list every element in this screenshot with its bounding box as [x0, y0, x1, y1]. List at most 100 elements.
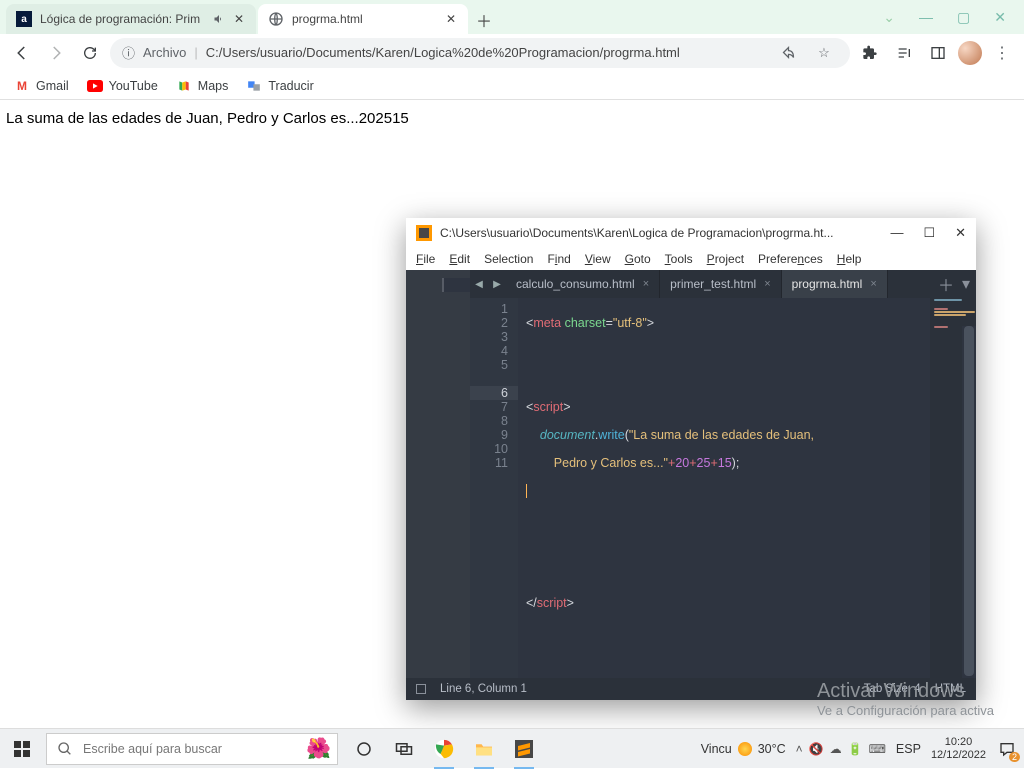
- close-tab-icon[interactable]: ×: [643, 278, 649, 290]
- tray-overflow-icon[interactable]: ˄: [796, 742, 803, 756]
- system-tray[interactable]: ˄ 🔇 ☁ 🔋 ⌨: [796, 742, 886, 756]
- weather-label: Vincu: [701, 742, 732, 756]
- menu-selection[interactable]: Selection: [484, 252, 533, 266]
- bookmark-star-icon[interactable]: ☆: [810, 39, 838, 67]
- cortana-icon[interactable]: [350, 735, 378, 763]
- taskbar-app-sublime[interactable]: [510, 735, 538, 763]
- browser-toolbar: ⓘ Archivo | C:/Users/usuario/Documents/K…: [0, 34, 1024, 72]
- tray-battery-icon[interactable]: 🔋: [848, 742, 863, 756]
- menu-find[interactable]: Find: [547, 252, 570, 266]
- tab-scroll-right[interactable]: ▶: [488, 270, 506, 298]
- new-tab-button[interactable]: ＋: [470, 6, 498, 34]
- menu-view[interactable]: View: [585, 252, 611, 266]
- search-icon: [57, 741, 73, 757]
- sublime-logo-icon: [416, 225, 432, 241]
- close-tab-icon[interactable]: ×: [764, 278, 770, 290]
- url-scheme: Archivo: [143, 45, 186, 60]
- tray-onedrive-icon[interactable]: ☁: [830, 742, 842, 756]
- share-icon[interactable]: [774, 39, 802, 67]
- sublime-editor[interactable]: 12345 67891011 <meta charset="utf-8"> <s…: [470, 298, 976, 678]
- sublime-sidebar[interactable]: [406, 270, 470, 678]
- reload-button[interactable]: [76, 39, 104, 67]
- close-tab-icon[interactable]: ✕: [232, 12, 246, 26]
- task-view-icon[interactable]: [390, 735, 418, 763]
- bookmark-youtube[interactable]: YouTube: [87, 78, 158, 94]
- search-decoration-icon: 🌺: [306, 736, 331, 761]
- sublime-window[interactable]: C:\Users\usuario\Documents\Karen\Logica …: [406, 218, 976, 700]
- bookmark-label: Maps: [198, 79, 229, 93]
- close-tab-icon[interactable]: ✕: [444, 12, 458, 26]
- folded-indicator: [442, 278, 470, 292]
- favicon-alura: a: [16, 11, 32, 27]
- site-info-icon[interactable]: ⓘ: [122, 43, 135, 62]
- menu-goto[interactable]: Goto: [625, 252, 651, 266]
- sublime-close-button[interactable]: ✕: [955, 225, 966, 241]
- chrome-account-icon[interactable]: ⌄: [883, 9, 895, 26]
- sun-icon: [738, 742, 752, 756]
- forward-button[interactable]: [42, 39, 70, 67]
- sublime-minimize-button[interactable]: —: [890, 225, 903, 241]
- taskbar-language[interactable]: ESP: [896, 742, 921, 756]
- close-tab-icon[interactable]: ×: [870, 278, 876, 290]
- minimize-button[interactable]: —: [919, 9, 933, 25]
- new-tab-icon[interactable]: ＋: [938, 272, 954, 296]
- menu-preferences[interactable]: Preferences: [758, 252, 823, 266]
- editor-tab[interactable]: primer_test.html×: [660, 270, 781, 298]
- windows-taskbar: Escribe aquí para buscar 🌺 Vincu 30°C ˄ …: [0, 728, 1024, 768]
- taskbar-app-explorer[interactable]: [470, 735, 498, 763]
- search-placeholder: Escribe aquí para buscar: [83, 742, 222, 756]
- menu-tools[interactable]: Tools: [665, 252, 693, 266]
- editor-tab[interactable]: calculo_consumo.html ×: [506, 270, 660, 298]
- sublime-menubar: File Edit Selection Find View Goto Tools…: [406, 248, 976, 270]
- address-bar[interactable]: ⓘ Archivo | C:/Users/usuario/Documents/K…: [110, 38, 850, 68]
- browser-tab-active[interactable]: progrma.html ✕: [258, 4, 468, 34]
- sublime-title: C:\Users\usuario\Documents\Karen\Logica …: [440, 226, 890, 240]
- browser-tabstrip: a Lógica de programación: Prim ✕ progrma…: [0, 0, 1024, 34]
- sublime-titlebar[interactable]: C:\Users\usuario\Documents\Karen\Logica …: [406, 218, 976, 248]
- sublime-tabbar: ◀ ▶ calculo_consumo.html × primer_test.ht…: [470, 270, 976, 298]
- profile-avatar[interactable]: [958, 41, 982, 65]
- close-window-button[interactable]: ✕: [994, 9, 1006, 26]
- taskbar-search[interactable]: Escribe aquí para buscar 🌺: [46, 733, 338, 765]
- bookmark-gmail[interactable]: M Gmail: [14, 78, 69, 94]
- audio-icon[interactable]: [212, 12, 226, 26]
- extensions-icon[interactable]: [856, 39, 884, 67]
- editor-tab-active[interactable]: progrma.html×: [782, 270, 888, 298]
- weather-temp: 30°C: [758, 742, 786, 756]
- status-syntax[interactable]: HTML: [935, 683, 966, 695]
- action-center-icon[interactable]: 2: [996, 738, 1018, 760]
- back-button[interactable]: [8, 39, 36, 67]
- editor-tab-label: calculo_consumo.html: [516, 277, 635, 291]
- tray-volume-icon[interactable]: 🔇: [809, 742, 824, 756]
- url-divider: |: [194, 45, 197, 60]
- menu-help[interactable]: Help: [837, 252, 862, 266]
- status-tabsize[interactable]: Tab Size: 4: [864, 683, 921, 695]
- kebab-menu-icon[interactable]: ⋮: [988, 39, 1016, 67]
- taskbar-clock[interactable]: 10:20 12/12/2022: [931, 736, 986, 762]
- tab-scroll-left[interactable]: ◀: [470, 270, 488, 298]
- text-cursor: [526, 484, 527, 498]
- maps-icon: [176, 78, 192, 94]
- gutter: 12345 67891011: [470, 298, 518, 678]
- bookmark-translate[interactable]: Traducir: [246, 78, 313, 94]
- editor-scrollbar[interactable]: [962, 326, 976, 678]
- browser-tab-inactive[interactable]: a Lógica de programación: Prim ✕: [6, 4, 256, 34]
- window-controls: ⌄ — ▢ ✕: [883, 0, 1024, 34]
- menu-project[interactable]: Project: [707, 252, 744, 266]
- reading-list-icon[interactable]: [890, 39, 918, 67]
- sublime-maximize-button[interactable]: ☐: [923, 225, 935, 241]
- side-panel-icon[interactable]: [924, 39, 952, 67]
- tab-overflow-icon[interactable]: ▾: [962, 274, 970, 294]
- taskbar-weather[interactable]: Vincu 30°C: [701, 742, 786, 756]
- start-button[interactable]: [0, 729, 44, 769]
- menu-edit[interactable]: Edit: [449, 252, 470, 266]
- tray-keyboard-icon[interactable]: ⌨: [869, 742, 886, 756]
- menu-file[interactable]: File: [416, 252, 435, 266]
- status-cursor-pos[interactable]: Line 6, Column 1: [440, 683, 527, 695]
- bookmark-maps[interactable]: Maps: [176, 78, 229, 94]
- maximize-button[interactable]: ▢: [957, 9, 970, 26]
- sublime-statusbar: Line 6, Column 1 Tab Size: 4 HTML: [406, 678, 976, 700]
- status-panel-icon[interactable]: [416, 684, 426, 694]
- taskbar-app-chrome[interactable]: [430, 735, 458, 763]
- code-area[interactable]: <meta charset="utf-8"> <script> document…: [518, 298, 930, 678]
